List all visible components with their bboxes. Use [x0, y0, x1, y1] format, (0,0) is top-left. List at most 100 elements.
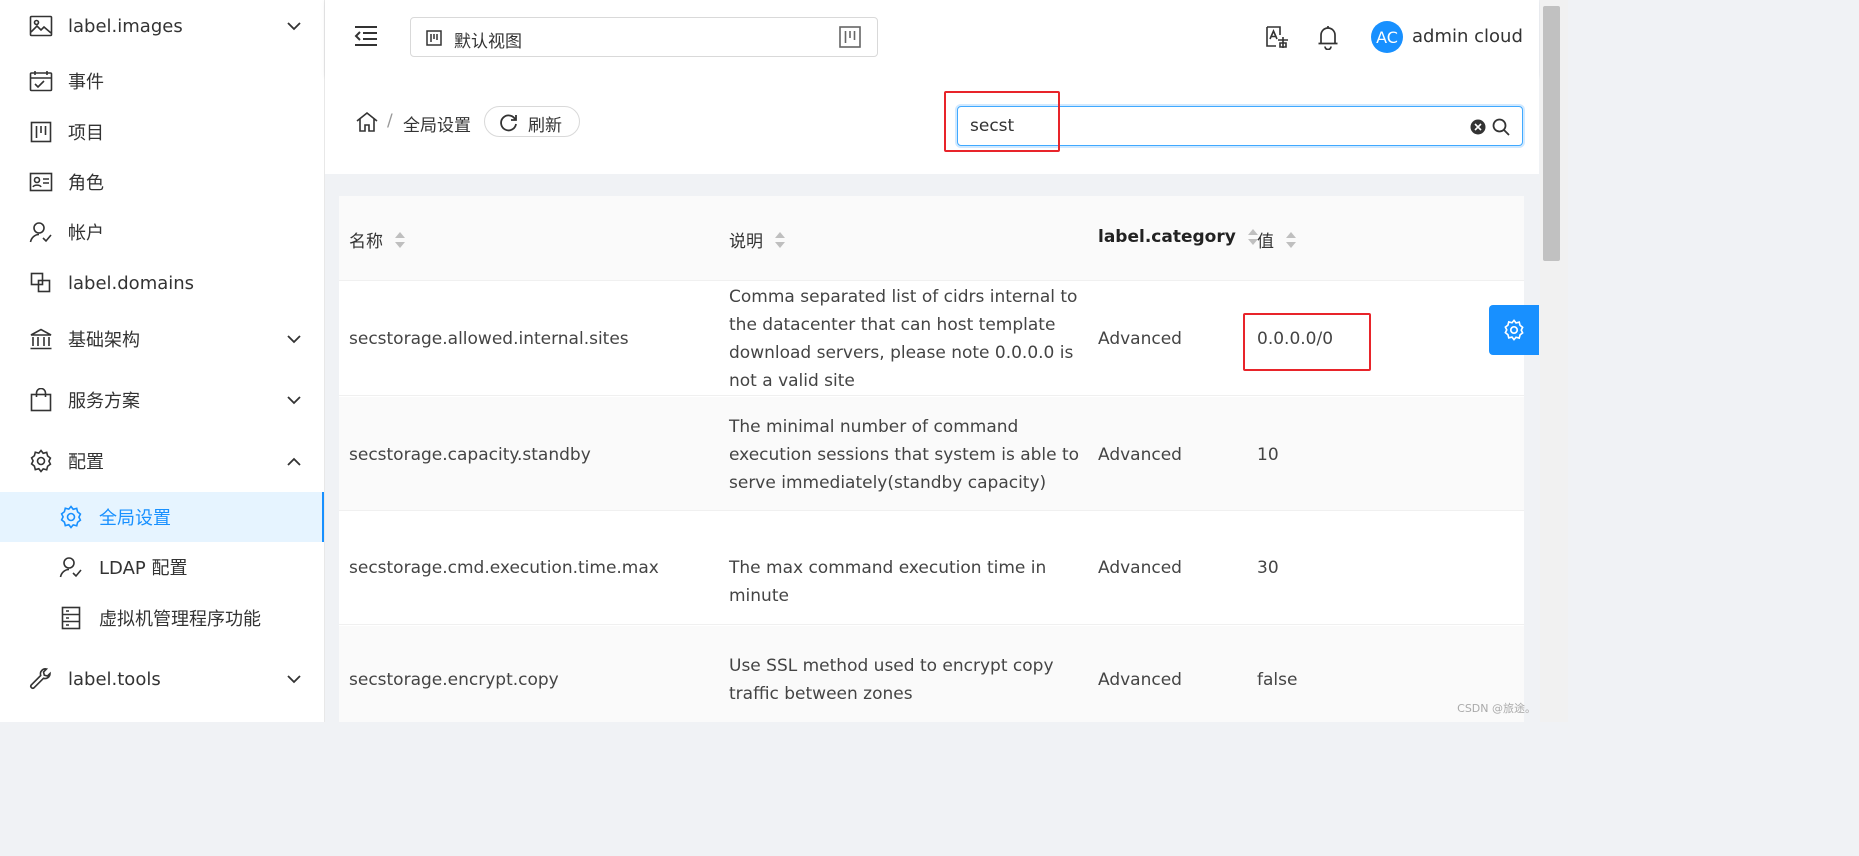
- sidebar: label.images 事件 项目 角色 帐户 label.domains 基…: [0, 0, 325, 722]
- sidebar-item-label: 帐户: [68, 223, 104, 244]
- search-input[interactable]: [970, 113, 1450, 139]
- refresh-label: 刷新: [528, 116, 562, 136]
- cell-name: secstorage.allowed.internal.sites: [349, 329, 629, 349]
- cell-category: Advanced: [1098, 445, 1182, 465]
- settings-drawer-button[interactable]: [1489, 305, 1539, 355]
- table-header: 名称 说明 label.category 值: [339, 196, 1524, 281]
- refresh-button[interactable]: 刷新: [484, 106, 580, 137]
- username[interactable]: admin cloud: [1412, 26, 1523, 47]
- cell-value[interactable]: 30: [1257, 554, 1279, 582]
- breadcrumb-current: 全局设置: [403, 116, 471, 136]
- calendar-icon: [28, 68, 54, 94]
- chevron-down-icon: [285, 391, 303, 409]
- sidebar-item-hypervisor-capabilities[interactable]: 虚拟机管理程序功能: [0, 593, 324, 643]
- cell-name: secstorage.encrypt.copy: [349, 670, 559, 690]
- menu-fold-icon[interactable]: [353, 24, 379, 50]
- cell-description: The minimal number of command execution …: [729, 417, 1080, 493]
- sort-icon: [395, 231, 405, 248]
- bell-icon[interactable]: [1316, 24, 1342, 50]
- cell-description: Use SSL method used to encrypt copy traf…: [729, 656, 1054, 704]
- sidebar-item-label: 全局设置: [99, 508, 171, 529]
- cell-description: Comma separated list of cidrs internal t…: [729, 287, 1078, 391]
- home-icon[interactable]: [355, 111, 379, 135]
- sidebar-item-global-settings[interactable]: 全局设置: [0, 492, 324, 542]
- cell-value[interactable]: false: [1257, 666, 1297, 694]
- breadcrumb: / 全局设置 刷新: [325, 76, 1539, 174]
- cell-name: secstorage.cmd.execution.time.max: [349, 558, 659, 578]
- settings-table: 名称 说明 label.category 值 secstorage.allowe…: [339, 196, 1524, 722]
- setting-icon: [58, 504, 84, 530]
- table-row[interactable]: secstorage.allowed.internal.sites Comma …: [339, 282, 1524, 396]
- cell-value[interactable]: 10: [1257, 441, 1279, 469]
- avatar[interactable]: AC: [1371, 21, 1403, 53]
- table-row[interactable]: secstorage.cmd.execution.time.max The ma…: [339, 512, 1524, 625]
- cell-category: Advanced: [1098, 558, 1182, 578]
- idcard-icon: [28, 169, 54, 195]
- scrollbar-thumb[interactable]: [1543, 6, 1560, 261]
- column-header-value[interactable]: 值: [1257, 227, 1296, 252]
- cell-value[interactable]: 0.0.0.0/0: [1257, 325, 1333, 353]
- breadcrumb-separator: /: [387, 111, 393, 131]
- column-header-category[interactable]: label.category: [1098, 227, 1258, 247]
- chevron-down-icon: [285, 17, 303, 35]
- shopping-icon: [28, 387, 54, 413]
- watermark: CSDN @旅途。: [1457, 702, 1536, 715]
- search-icon[interactable]: [1492, 118, 1510, 136]
- sidebar-item-label: 基础架构: [68, 330, 140, 351]
- sidebar-item-projects[interactable]: 项目: [0, 107, 324, 157]
- vertical-scrollbar[interactable]: [1540, 0, 1568, 722]
- translate-icon[interactable]: [1264, 24, 1290, 50]
- project-icon: [28, 119, 54, 145]
- column-header-description[interactable]: 说明: [729, 227, 785, 252]
- chevron-down-icon: [285, 670, 303, 688]
- sort-icon: [1286, 231, 1296, 248]
- sidebar-item-label: label.images: [68, 15, 183, 37]
- user-icon: [58, 554, 84, 580]
- sidebar-item-events[interactable]: 事件: [0, 56, 324, 106]
- cell-category: Advanced: [1098, 670, 1182, 690]
- chevron-up-icon: [285, 452, 303, 470]
- sidebar-item-label: 项目: [68, 123, 104, 144]
- column-header-label: 名称: [349, 232, 383, 252]
- sort-icon: [775, 231, 785, 248]
- close-circle-icon[interactable]: [1470, 119, 1486, 135]
- setting-icon: [28, 448, 54, 474]
- chevron-down-icon: [285, 330, 303, 348]
- view-selector-label: 默认视图: [454, 32, 522, 52]
- sidebar-item-label: 角色: [68, 173, 104, 194]
- sidebar-item-infrastructure[interactable]: 基础架构: [0, 314, 324, 364]
- sidebar-item-configuration[interactable]: 配置: [0, 436, 324, 486]
- sidebar-item-label: 事件: [68, 72, 104, 93]
- column-header-label: 说明: [729, 232, 763, 252]
- sidebar-item-ldap-config[interactable]: LDAP 配置: [0, 542, 324, 592]
- column-header-label: label.category: [1098, 227, 1236, 247]
- table-row[interactable]: secstorage.encrypt.copy Use SSL method u…: [339, 626, 1524, 722]
- project-icon: [839, 26, 861, 48]
- view-selector[interactable]: 默认视图: [410, 17, 878, 57]
- search-box[interactable]: [957, 106, 1523, 146]
- sidebar-item-domains[interactable]: label.domains: [0, 258, 324, 308]
- tool-icon: [28, 666, 54, 692]
- setting-icon: [1503, 319, 1525, 341]
- image-icon: [28, 13, 54, 39]
- bank-icon: [28, 326, 54, 352]
- sidebar-item-accounts[interactable]: 帐户: [0, 207, 324, 257]
- sidebar-item-label: 配置: [68, 452, 104, 473]
- project-icon: [426, 30, 442, 46]
- sidebar-item-roles[interactable]: 角色: [0, 157, 324, 207]
- sidebar-item-service-offerings[interactable]: 服务方案: [0, 375, 324, 425]
- top-header: 默认视图 AC admin cloud: [325, 0, 1539, 76]
- sidebar-item-label: label.domains: [68, 272, 195, 294]
- table-row[interactable]: secstorage.capacity.standby The minimal …: [339, 397, 1524, 511]
- block-icon: [28, 270, 54, 296]
- sidebar-item-images[interactable]: label.images: [0, 1, 324, 51]
- cell-name: secstorage.capacity.standby: [349, 445, 591, 465]
- sidebar-item-label: label.tools: [68, 668, 161, 690]
- sidebar-item-tools[interactable]: label.tools: [0, 654, 324, 704]
- database-icon: [58, 605, 84, 631]
- user-icon: [28, 219, 54, 245]
- cell-description: The max command execution time in minute: [729, 558, 1047, 606]
- column-header-name[interactable]: 名称: [349, 227, 405, 252]
- reload-icon: [499, 113, 518, 132]
- sidebar-item-label: LDAP 配置: [99, 558, 188, 579]
